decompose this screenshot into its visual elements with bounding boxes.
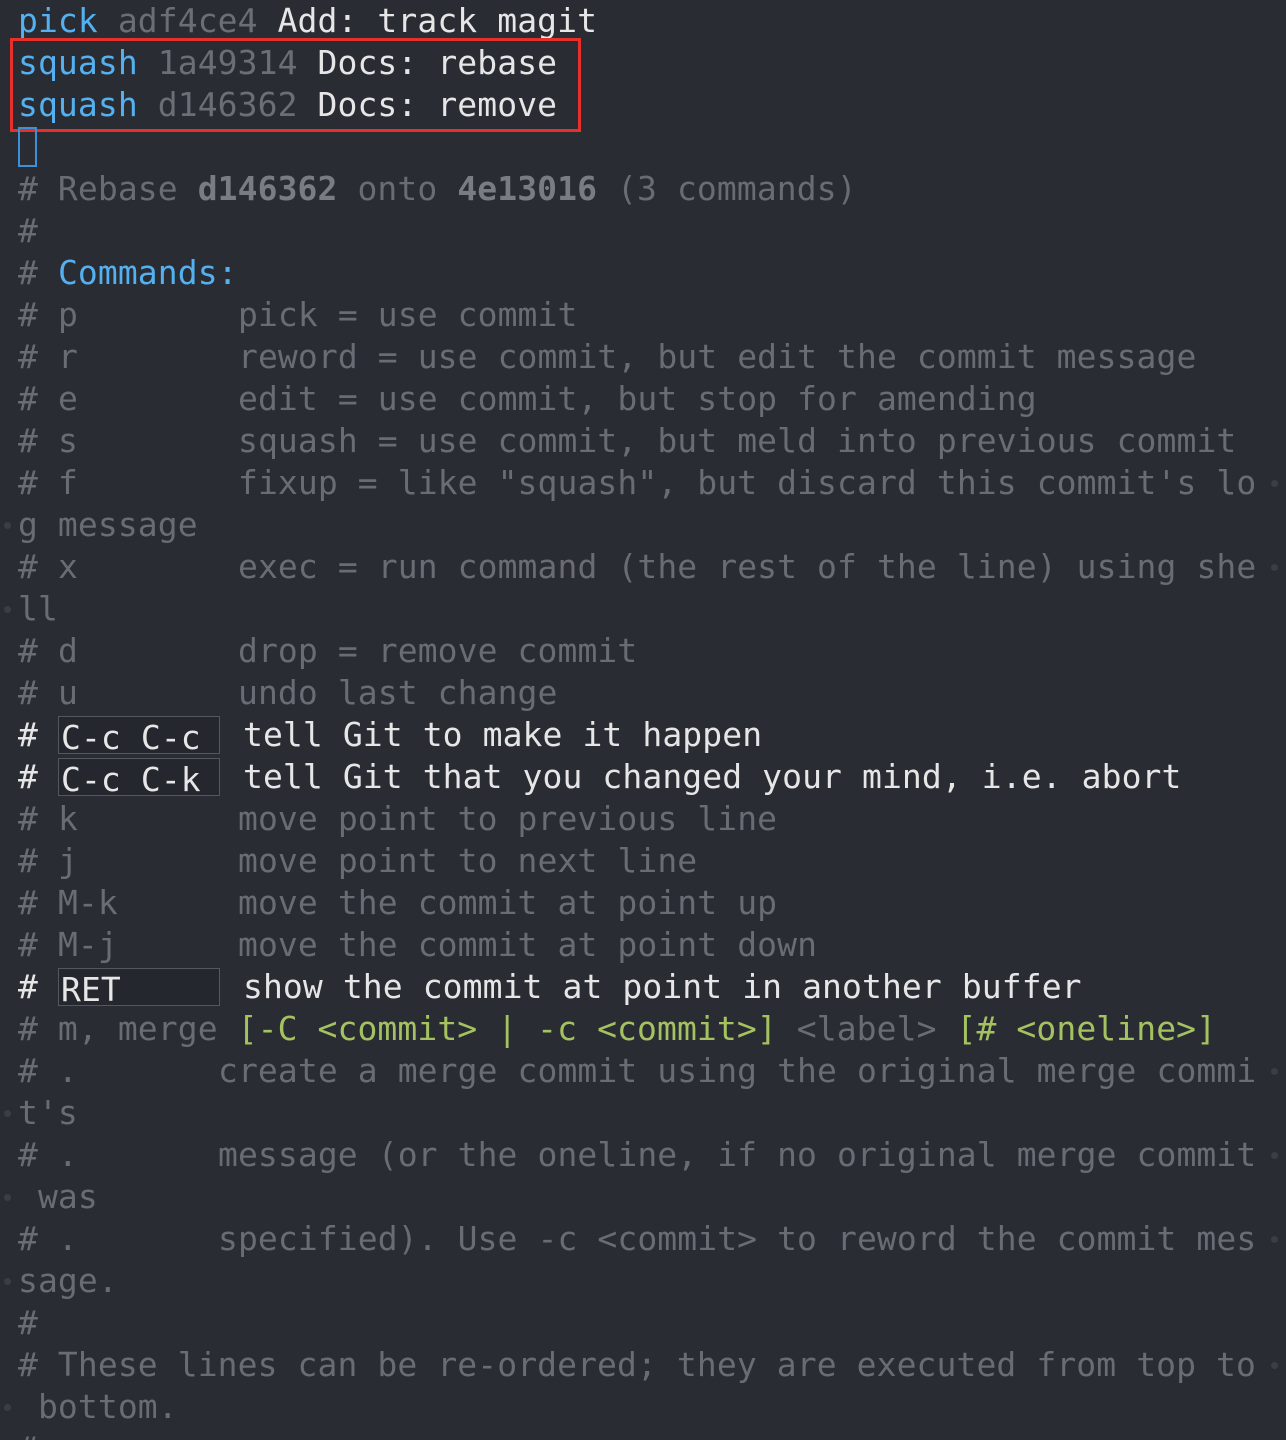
squash-highlight-box [10, 38, 581, 132]
footer-note-line: # These lines can be re-ordered; they ar… [18, 1345, 1256, 1384]
merge-note-line: # . specified). Use -c <commit> to reword… [18, 1219, 1257, 1258]
command-help-continuation: g message [18, 505, 198, 544]
rebase-onto-hash: 4e13016 [457, 169, 598, 208]
key-chord-abort[interactable]: C-c C-k [58, 758, 220, 799]
command-help-line: # f fixup = like "squash", but discard th… [18, 463, 1257, 502]
todo-command: pick [18, 1, 98, 40]
line-wrap-indicator [1271, 1236, 1278, 1243]
merge-note-continuation: t's [18, 1093, 78, 1132]
line-wrap-indicator [1271, 1068, 1278, 1075]
command-help-line: # k move point to previous line [18, 799, 778, 838]
command-help-line: # u undo last change [18, 673, 558, 712]
merge-syntax-line: # m, merge [-C <commit> | -c <commit>] <… [18, 1009, 1217, 1048]
line-wrap-indicator [4, 522, 11, 529]
line-wrap-indicator [1271, 480, 1278, 487]
command-help-line: # s squash = use commit, but meld into pr… [18, 421, 1237, 460]
comment-blank: # [18, 1428, 38, 1440]
keybinding-line-show: # RET show the commit at point in another… [18, 967, 1082, 1009]
line-wrap-indicator [4, 1404, 11, 1411]
footer-note-continuation: bottom. [18, 1387, 178, 1426]
rebase-summary: # Rebase d146362 onto 4e13016 (3 command… [18, 169, 857, 208]
commands-heading: # Commands: [18, 253, 238, 292]
line-wrap-indicator [4, 1110, 11, 1117]
line-wrap-indicator [4, 1194, 11, 1201]
key-chord-finish[interactable]: C-c C-c [58, 716, 220, 757]
comment-blank: # [18, 211, 38, 250]
command-help-continuation: ll [18, 589, 58, 628]
line-wrap-indicator [4, 1278, 11, 1285]
line-wrap-indicator [4, 606, 11, 613]
command-help-line: # j move point to next line [18, 841, 698, 880]
keybinding-line-abort: # C-c C-k tell Git that you changed your … [18, 757, 1182, 799]
command-help-line: # M-k move the commit at point up [18, 883, 778, 922]
merge-note-line: # . message (or the oneline, if no origin… [18, 1135, 1257, 1174]
todo-line-pick[interactable]: pick adf4ce4 Add: track magit [18, 0, 597, 42]
command-help-line: # p pick = use commit [18, 295, 578, 334]
text-cursor [18, 127, 37, 167]
commit-message: Add: track magit [277, 1, 598, 40]
line-wrap-indicator [1271, 1362, 1278, 1369]
commit-hash: adf4ce4 [117, 1, 258, 40]
rebase-todo-buffer[interactable]: pick adf4ce4 Add: track magit squash 1a4… [0, 0, 1286, 1440]
keybinding-line-commit: # C-c C-c tell Git to make it happen [18, 715, 763, 757]
command-help-line: # e edit = use commit, but stop for amend… [18, 379, 1037, 418]
merge-note-continuation: was [18, 1177, 98, 1216]
command-help-line: # x exec = run command (the rest of the l… [18, 547, 1257, 586]
merge-note-continuation: sage. [18, 1261, 118, 1300]
command-help-line: # d drop = remove commit [18, 631, 638, 670]
command-help-line: # r reword = use commit, but edit the com… [18, 337, 1197, 376]
key-ret[interactable]: RET [58, 968, 220, 1009]
comment-blank: # [18, 1303, 38, 1342]
line-wrap-indicator [1271, 1152, 1278, 1159]
rebase-from-hash: d146362 [197, 169, 338, 208]
merge-note-line: # . create a merge commit using the origi… [18, 1051, 1257, 1090]
command-help-line: # M-j move the commit at point down [18, 925, 818, 964]
line-wrap-indicator [1271, 564, 1278, 571]
